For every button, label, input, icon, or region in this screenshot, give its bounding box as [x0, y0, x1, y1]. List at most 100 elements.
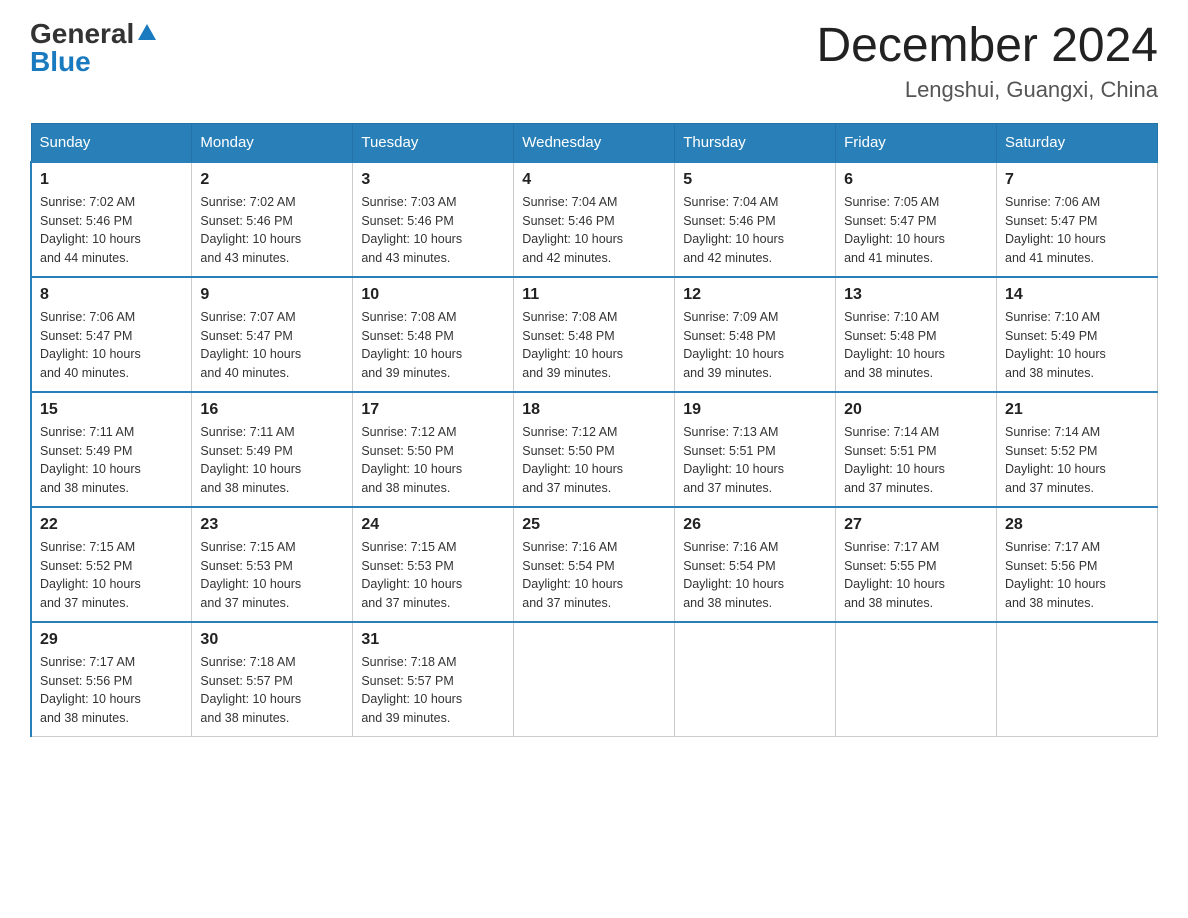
calendar-cell: 25 Sunrise: 7:16 AMSunset: 5:54 PMDayligh…: [514, 507, 675, 622]
calendar-cell: [675, 622, 836, 737]
day-number: 21: [1005, 401, 1149, 419]
day-number: 31: [361, 631, 505, 649]
day-number: 14: [1005, 286, 1149, 304]
day-number: 24: [361, 516, 505, 534]
day-number: 29: [40, 631, 183, 649]
calendar-cell: 7 Sunrise: 7:06 AMSunset: 5:47 PMDaylight…: [997, 162, 1158, 277]
day-info: Sunrise: 7:18 AMSunset: 5:57 PMDaylight:…: [361, 653, 505, 728]
week-row-4: 22 Sunrise: 7:15 AMSunset: 5:52 PMDayligh…: [31, 507, 1158, 622]
day-info: Sunrise: 7:14 AMSunset: 5:52 PMDaylight:…: [1005, 423, 1149, 498]
calendar-cell: 27 Sunrise: 7:17 AMSunset: 5:55 PMDayligh…: [836, 507, 997, 622]
day-number: 7: [1005, 171, 1149, 189]
calendar-cell: 24Sunrise: 7:15 AMSunset: 5:53 PMDayligh…: [353, 507, 514, 622]
day-number: 23: [200, 516, 344, 534]
calendar-cell: 10 Sunrise: 7:08 AMSunset: 5:48 PMDayligh…: [353, 277, 514, 392]
day-info: Sunrise: 7:03 AMSunset: 5:46 PMDaylight:…: [361, 193, 505, 268]
day-header-wednesday: Wednesday: [514, 123, 675, 162]
day-info: Sunrise: 7:13 AMSunset: 5:51 PMDaylight:…: [683, 423, 827, 498]
calendar-header-row: SundayMondayTuesdayWednesdayThursdayFrid…: [31, 123, 1158, 162]
day-info: Sunrise: 7:08 AMSunset: 5:48 PMDaylight:…: [522, 308, 666, 383]
day-info: Sunrise: 7:10 AMSunset: 5:49 PMDaylight:…: [1005, 308, 1149, 383]
day-info: Sunrise: 7:04 AMSunset: 5:46 PMDaylight:…: [683, 193, 827, 268]
day-info: Sunrise: 7:07 AMSunset: 5:47 PMDaylight:…: [200, 308, 344, 383]
day-number: 3: [361, 171, 505, 189]
calendar-title: December 2024: [816, 20, 1158, 73]
day-info: Sunrise: 7:11 AMSunset: 5:49 PMDaylight:…: [200, 423, 344, 498]
day-number: 5: [683, 171, 827, 189]
calendar-cell: 17 Sunrise: 7:12 AMSunset: 5:50 PMDayligh…: [353, 392, 514, 507]
calendar-cell: 6 Sunrise: 7:05 AMSunset: 5:47 PMDaylight…: [836, 162, 997, 277]
calendar-cell: 19 Sunrise: 7:13 AMSunset: 5:51 PMDayligh…: [675, 392, 836, 507]
day-number: 27: [844, 516, 988, 534]
calendar-cell: [514, 622, 675, 737]
logo-blue: Blue: [30, 48, 91, 76]
day-info: Sunrise: 7:08 AMSunset: 5:48 PMDaylight:…: [361, 308, 505, 383]
day-info: Sunrise: 7:09 AMSunset: 5:48 PMDaylight:…: [683, 308, 827, 383]
day-header-saturday: Saturday: [997, 123, 1158, 162]
day-info: Sunrise: 7:10 AMSunset: 5:48 PMDaylight:…: [844, 308, 988, 383]
day-number: 22: [40, 516, 183, 534]
day-number: 25: [522, 516, 666, 534]
day-number: 20: [844, 401, 988, 419]
calendar-cell: 4 Sunrise: 7:04 AMSunset: 5:46 PMDaylight…: [514, 162, 675, 277]
calendar-cell: 29 Sunrise: 7:17 AMSunset: 5:56 PMDayligh…: [31, 622, 192, 737]
calendar-subtitle: Lengshui, Guangxi, China: [816, 77, 1158, 103]
day-info: Sunrise: 7:11 AMSunset: 5:49 PMDaylight:…: [40, 423, 183, 498]
day-info: Sunrise: 7:15 AMSunset: 5:52 PMDaylight:…: [40, 538, 183, 613]
calendar-cell: 13 Sunrise: 7:10 AMSunset: 5:48 PMDayligh…: [836, 277, 997, 392]
day-info: Sunrise: 7:02 AMSunset: 5:46 PMDaylight:…: [200, 193, 344, 268]
calendar-cell: 2Sunrise: 7:02 AMSunset: 5:46 PMDaylight…: [192, 162, 353, 277]
day-info: Sunrise: 7:02 AMSunset: 5:46 PMDaylight:…: [40, 193, 183, 268]
day-number: 17: [361, 401, 505, 419]
calendar-cell: 1 Sunrise: 7:02 AMSunset: 5:46 PMDaylight…: [31, 162, 192, 277]
day-number: 11: [522, 286, 666, 304]
day-number: 10: [361, 286, 505, 304]
day-number: 16: [200, 401, 344, 419]
day-number: 26: [683, 516, 827, 534]
day-number: 9: [200, 286, 344, 304]
calendar-cell: 5 Sunrise: 7:04 AMSunset: 5:46 PMDaylight…: [675, 162, 836, 277]
day-info: Sunrise: 7:17 AMSunset: 5:55 PMDaylight:…: [844, 538, 988, 613]
calendar-cell: 30Sunrise: 7:18 AMSunset: 5:57 PMDayligh…: [192, 622, 353, 737]
day-info: Sunrise: 7:05 AMSunset: 5:47 PMDaylight:…: [844, 193, 988, 268]
day-info: Sunrise: 7:16 AMSunset: 5:54 PMDaylight:…: [522, 538, 666, 613]
calendar-cell: 21 Sunrise: 7:14 AMSunset: 5:52 PMDayligh…: [997, 392, 1158, 507]
calendar-cell: [997, 622, 1158, 737]
logo-general: General: [30, 20, 134, 48]
page-header: General Blue December 2024 Lengshui, Gua…: [30, 20, 1158, 103]
calendar-cell: [836, 622, 997, 737]
day-number: 19: [683, 401, 827, 419]
day-number: 1: [40, 171, 183, 189]
day-number: 12: [683, 286, 827, 304]
day-info: Sunrise: 7:06 AMSunset: 5:47 PMDaylight:…: [40, 308, 183, 383]
day-number: 6: [844, 171, 988, 189]
day-number: 18: [522, 401, 666, 419]
calendar-cell: 8 Sunrise: 7:06 AMSunset: 5:47 PMDaylight…: [31, 277, 192, 392]
calendar-cell: 9 Sunrise: 7:07 AMSunset: 5:47 PMDaylight…: [192, 277, 353, 392]
day-info: Sunrise: 7:06 AMSunset: 5:47 PMDaylight:…: [1005, 193, 1149, 268]
calendar-cell: 20Sunrise: 7:14 AMSunset: 5:51 PMDayligh…: [836, 392, 997, 507]
day-number: 28: [1005, 516, 1149, 534]
week-row-1: 1 Sunrise: 7:02 AMSunset: 5:46 PMDaylight…: [31, 162, 1158, 277]
calendar-cell: 3 Sunrise: 7:03 AMSunset: 5:46 PMDaylight…: [353, 162, 514, 277]
day-info: Sunrise: 7:15 AMSunset: 5:53 PMDaylight:…: [200, 538, 344, 613]
calendar-cell: 11 Sunrise: 7:08 AMSunset: 5:48 PMDayligh…: [514, 277, 675, 392]
day-info: Sunrise: 7:12 AMSunset: 5:50 PMDaylight:…: [361, 423, 505, 498]
day-info: Sunrise: 7:04 AMSunset: 5:46 PMDaylight:…: [522, 193, 666, 268]
calendar-cell: 22 Sunrise: 7:15 AMSunset: 5:52 PMDayligh…: [31, 507, 192, 622]
day-number: 13: [844, 286, 988, 304]
logo: General Blue: [30, 20, 158, 76]
calendar-cell: 26 Sunrise: 7:16 AMSunset: 5:54 PMDayligh…: [675, 507, 836, 622]
day-number: 4: [522, 171, 666, 189]
calendar-table: SundayMondayTuesdayWednesdayThursdayFrid…: [30, 123, 1158, 737]
day-header-sunday: Sunday: [31, 123, 192, 162]
day-number: 15: [40, 401, 183, 419]
day-number: 30: [200, 631, 344, 649]
calendar-cell: 12 Sunrise: 7:09 AMSunset: 5:48 PMDayligh…: [675, 277, 836, 392]
day-number: 8: [40, 286, 183, 304]
day-info: Sunrise: 7:17 AMSunset: 5:56 PMDaylight:…: [40, 653, 183, 728]
week-row-2: 8 Sunrise: 7:06 AMSunset: 5:47 PMDaylight…: [31, 277, 1158, 392]
week-row-5: 29 Sunrise: 7:17 AMSunset: 5:56 PMDayligh…: [31, 622, 1158, 737]
calendar-cell: 15 Sunrise: 7:11 AMSunset: 5:49 PMDayligh…: [31, 392, 192, 507]
day-info: Sunrise: 7:16 AMSunset: 5:54 PMDaylight:…: [683, 538, 827, 613]
